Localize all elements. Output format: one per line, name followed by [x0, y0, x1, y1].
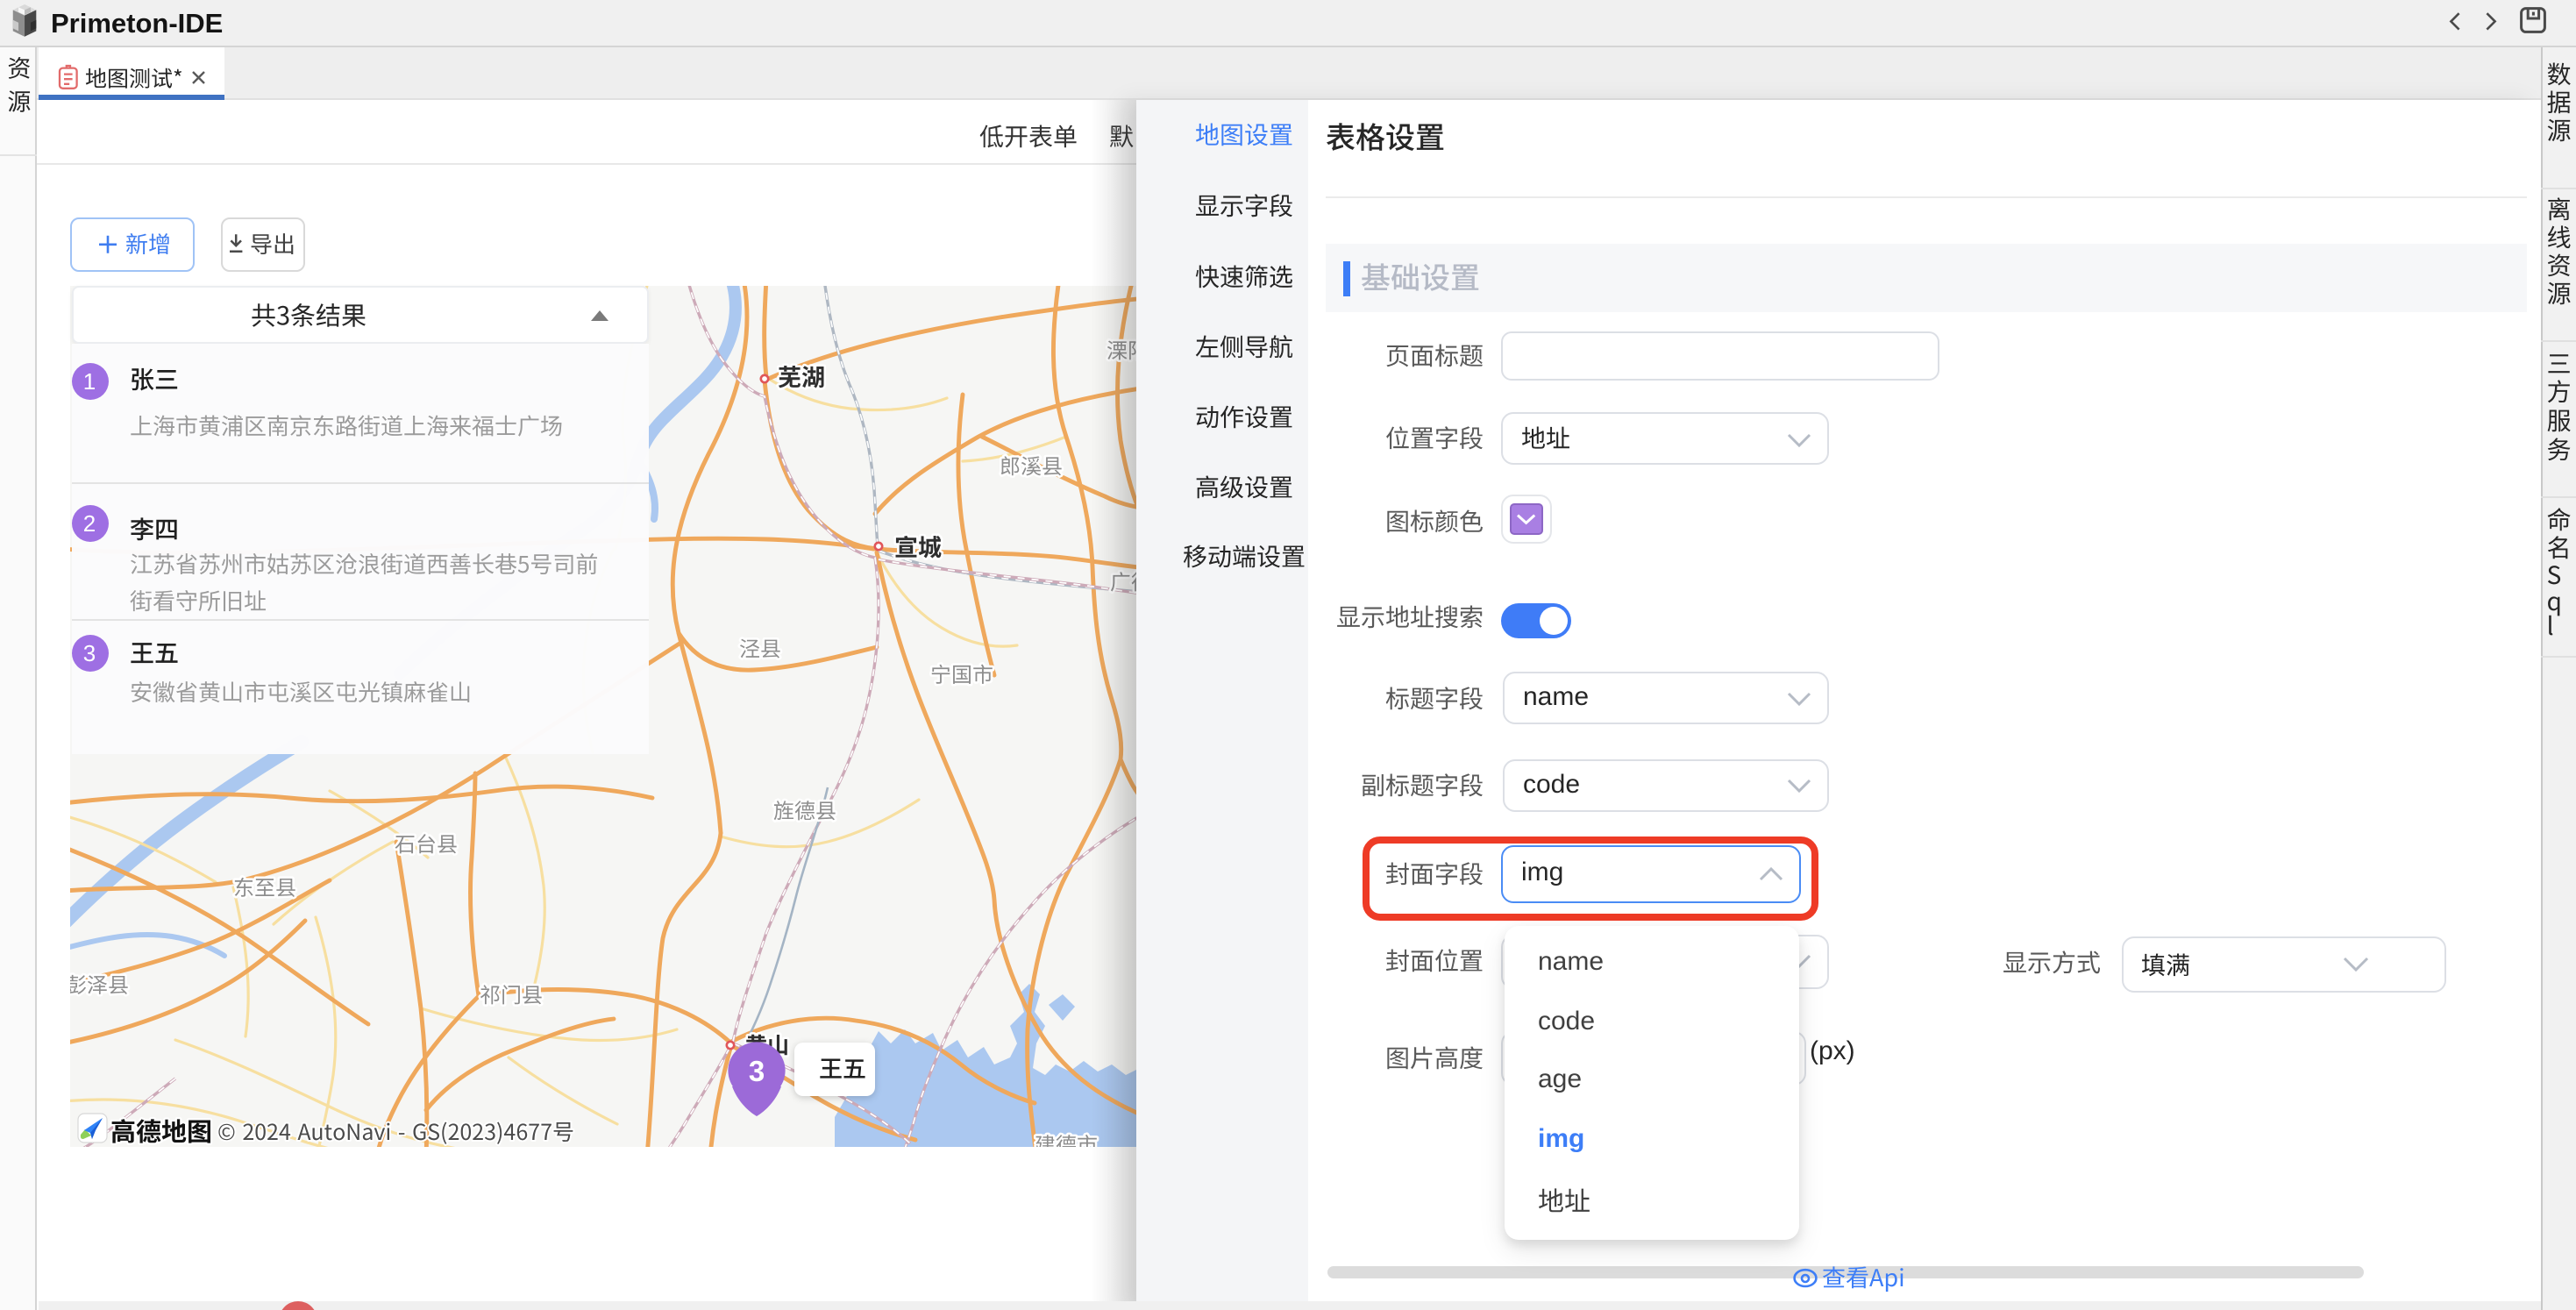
- svg-text:3: 3: [749, 1054, 765, 1086]
